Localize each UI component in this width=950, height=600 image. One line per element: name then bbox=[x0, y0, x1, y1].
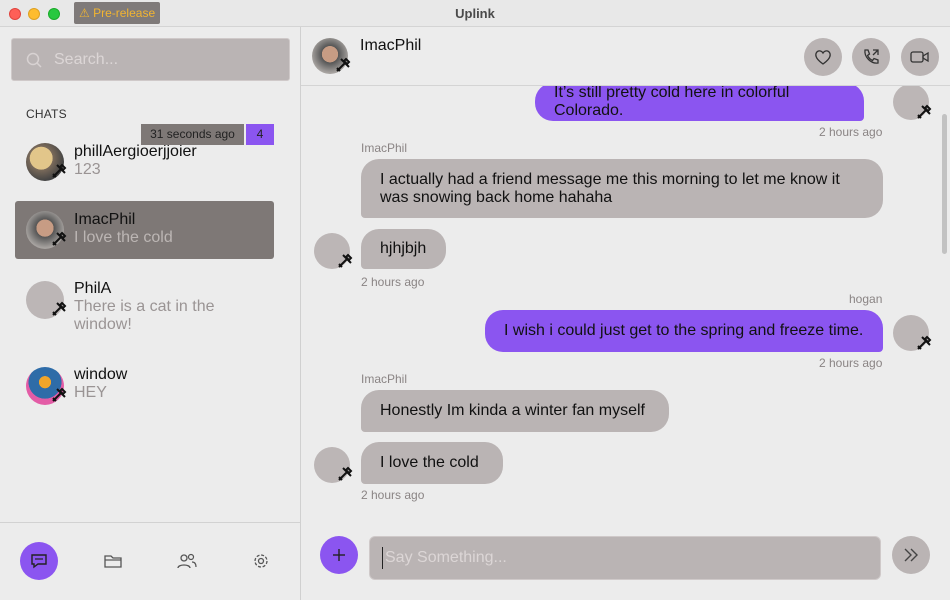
message-text: I wish i could just get to the spring an… bbox=[504, 322, 864, 339]
message-list: It’s still pretty cold here in colorful … bbox=[301, 86, 950, 530]
title-bar: ⚠ Pre-release Uplink bbox=[0, 0, 950, 27]
unread-count-badge: 4 bbox=[246, 124, 274, 145]
chat-preview: HEY bbox=[74, 384, 107, 401]
message-text: I love the cold bbox=[380, 454, 479, 471]
message-sender: hogan bbox=[849, 292, 883, 306]
message-bubble-incoming[interactable]: I actually had a friend message me this … bbox=[361, 159, 883, 218]
call-button[interactable] bbox=[852, 38, 890, 76]
chat-panel: ImacPhil It’s still pretty cold here in … bbox=[301, 27, 950, 600]
message-bubble-incoming[interactable]: Honestly Im kinda a winter fan myself bbox=[361, 390, 669, 432]
search-input[interactable] bbox=[54, 49, 274, 71]
chat-preview: I love the cold bbox=[74, 229, 173, 246]
nav-files-button[interactable] bbox=[94, 542, 132, 580]
tools-icon bbox=[336, 57, 351, 72]
chat-item[interactable]: phillAergioerjjoier 123 31 seconds ago 4 bbox=[15, 124, 274, 187]
message-bubble-incoming[interactable]: hjhjbjh bbox=[361, 229, 446, 269]
nav-friends-button[interactable] bbox=[168, 542, 206, 580]
tools-icon bbox=[52, 163, 67, 178]
heart-icon bbox=[815, 50, 831, 65]
sidebar: CHATS phillAergioerjjoier 123 31 seconds… bbox=[0, 27, 301, 600]
chat-item-active[interactable]: ImacPhil I love the cold bbox=[15, 201, 274, 259]
message-text: hjhjbjh bbox=[380, 240, 427, 257]
send-icon bbox=[904, 548, 918, 562]
message-input[interactable] bbox=[382, 547, 862, 569]
nav-chats-button[interactable] bbox=[20, 542, 58, 580]
tools-icon bbox=[917, 335, 932, 350]
message-text: Honestly Im kinda a winter fan myself bbox=[380, 402, 645, 419]
composer bbox=[301, 530, 950, 600]
chat-name: PhilA bbox=[74, 280, 112, 297]
header-name: ImacPhil bbox=[360, 37, 422, 54]
app-title: Uplink bbox=[455, 6, 495, 21]
chats-heading: CHATS bbox=[26, 107, 67, 121]
scrollbar[interactable] bbox=[942, 114, 947, 254]
chat-header: ImacPhil bbox=[301, 27, 950, 86]
nav-settings-button[interactable] bbox=[242, 542, 280, 580]
video-icon bbox=[910, 51, 929, 63]
message-bubble-outgoing[interactable]: I wish i could just get to the spring an… bbox=[485, 310, 883, 352]
message-bubble-incoming[interactable]: I love the cold bbox=[361, 442, 503, 484]
chat-item[interactable]: window HEY bbox=[15, 359, 274, 411]
message-bubble-outgoing[interactable]: It’s still pretty cold here in colorful … bbox=[535, 86, 864, 121]
chat-name: window bbox=[74, 366, 128, 383]
chat-name: ImacPhil bbox=[74, 211, 136, 228]
tools-icon bbox=[52, 231, 67, 246]
folder-icon bbox=[104, 555, 122, 568]
last-message-time: 31 seconds ago bbox=[141, 124, 244, 145]
chat-icon bbox=[31, 554, 47, 569]
settings-icon bbox=[254, 554, 268, 568]
send-button[interactable] bbox=[892, 536, 930, 574]
message-timestamp: 2 hours ago bbox=[361, 275, 425, 289]
search-icon bbox=[26, 52, 42, 68]
message-text: I actually had a friend message me this … bbox=[380, 170, 840, 206]
search-box[interactable] bbox=[11, 38, 290, 81]
chat-preview: 123 bbox=[74, 161, 101, 178]
message-timestamp: 2 hours ago bbox=[819, 356, 883, 370]
message-input-box[interactable] bbox=[369, 536, 881, 580]
sidebar-nav bbox=[0, 522, 300, 600]
tools-icon bbox=[917, 104, 932, 119]
chat-item[interactable]: PhilA There is a cat in the window! bbox=[15, 273, 274, 343]
plus-icon bbox=[333, 549, 345, 561]
tools-icon bbox=[338, 466, 353, 481]
chat-preview: There is a cat in the window! bbox=[74, 298, 215, 333]
tools-icon bbox=[52, 387, 67, 402]
tools-icon bbox=[52, 301, 67, 316]
call-icon bbox=[864, 49, 879, 64]
favorite-button[interactable] bbox=[804, 38, 842, 76]
message-timestamp: 2 hours ago bbox=[361, 488, 425, 502]
tools-icon bbox=[338, 253, 353, 268]
friends-icon bbox=[177, 553, 197, 569]
message-sender: ImacPhil bbox=[361, 141, 408, 155]
add-attachment-button[interactable] bbox=[320, 536, 358, 574]
message-sender: ImacPhil bbox=[361, 372, 408, 386]
chat-name: phillAergioerjjoier bbox=[74, 143, 197, 160]
message-timestamp: 2 hours ago bbox=[819, 125, 883, 139]
message-text: It’s still pretty cold here in colorful … bbox=[554, 86, 790, 119]
video-call-button[interactable] bbox=[901, 38, 939, 76]
